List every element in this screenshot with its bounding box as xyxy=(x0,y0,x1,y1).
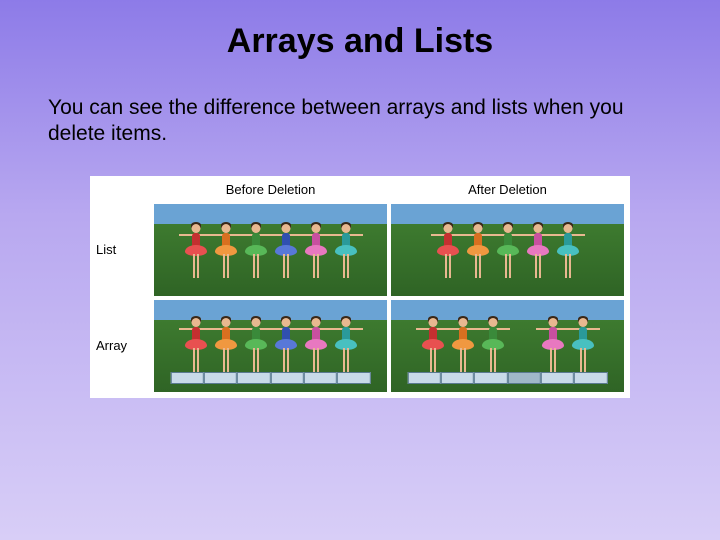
array-slot xyxy=(541,372,574,384)
cell-list-after xyxy=(391,204,624,296)
cell-array-after xyxy=(391,300,624,392)
dancer-icon xyxy=(525,224,551,278)
row-label-list: List xyxy=(96,242,150,257)
dancer-icon xyxy=(183,318,209,372)
array-slot xyxy=(170,372,203,384)
array-slot xyxy=(507,372,540,384)
dancer-row xyxy=(420,318,596,372)
array-slot xyxy=(204,372,237,384)
col-header-before: Before Deletion xyxy=(154,182,387,197)
slide-title: Arrays and Lists xyxy=(0,0,720,61)
dancer-icon xyxy=(243,224,269,278)
array-slot xyxy=(441,372,474,384)
dancer-icon xyxy=(243,318,269,372)
array-slot xyxy=(337,372,370,384)
dancer-icon xyxy=(480,318,506,372)
dancer-icon xyxy=(273,224,299,278)
dancer-icon xyxy=(495,224,521,278)
comparison-figure: Before Deletion After Deletion List Arra… xyxy=(90,176,630,398)
dancer-icon xyxy=(540,318,566,372)
cell-array-before xyxy=(154,300,387,392)
dancer-icon xyxy=(273,318,299,372)
dancer-icon xyxy=(555,224,581,278)
row-label-array: Array xyxy=(96,338,150,353)
dancer-icon xyxy=(303,224,329,278)
slide-body: You can see the difference between array… xyxy=(0,61,720,148)
dancer-icon xyxy=(450,318,476,372)
array-slot xyxy=(474,372,507,384)
dancer-icon xyxy=(213,318,239,372)
dancer-row xyxy=(183,318,359,372)
array-slot xyxy=(304,372,337,384)
array-slot xyxy=(270,372,303,384)
array-slot xyxy=(407,372,440,384)
array-slot xyxy=(237,372,270,384)
cell-list-before xyxy=(154,204,387,296)
array-slot xyxy=(574,372,607,384)
dancer-icon xyxy=(213,224,239,278)
array-platform xyxy=(407,372,607,384)
dancer-icon xyxy=(333,318,359,372)
empty-slot xyxy=(510,318,536,372)
dancer-row xyxy=(183,224,359,278)
dancer-icon xyxy=(333,224,359,278)
array-platform xyxy=(170,372,370,384)
dancer-icon xyxy=(570,318,596,372)
dancer-icon xyxy=(420,318,446,372)
dancer-row xyxy=(435,224,581,278)
col-header-after: After Deletion xyxy=(391,182,624,197)
dancer-icon xyxy=(465,224,491,278)
dancer-icon xyxy=(435,224,461,278)
dancer-icon xyxy=(303,318,329,372)
dancer-icon xyxy=(183,224,209,278)
